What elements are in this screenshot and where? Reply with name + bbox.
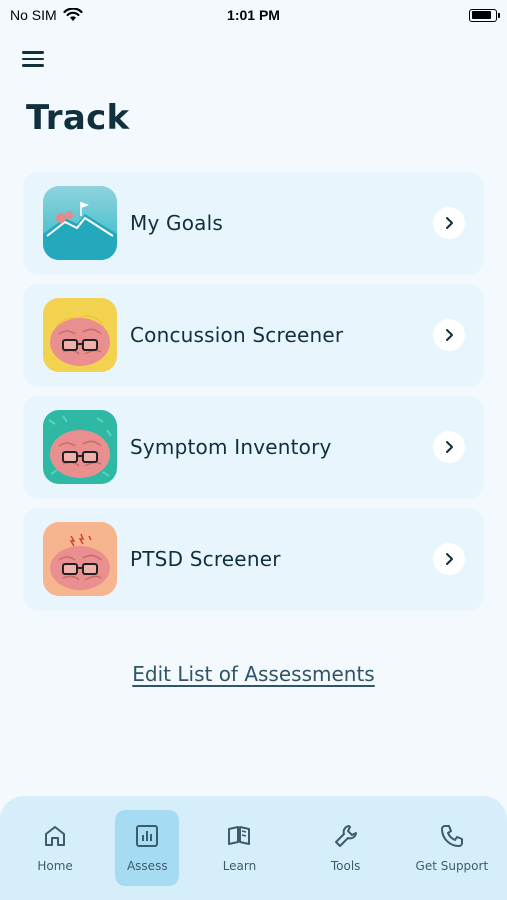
page-title: Track bbox=[26, 98, 130, 138]
chart-icon bbox=[136, 825, 159, 847]
book-icon bbox=[228, 826, 251, 845]
bottom-tab-bar: Home Assess Learn Tools Get Support bbox=[0, 796, 507, 900]
assessment-card-my-goals[interactable]: My Goals bbox=[24, 172, 483, 273]
status-left: No SIM bbox=[10, 7, 83, 23]
tab-label: Assess bbox=[126, 859, 168, 873]
chevron-right-icon[interactable] bbox=[433, 430, 465, 463]
assessment-card-ptsd-screener[interactable]: PTSD Screener bbox=[24, 508, 483, 609]
status-bar: No SIM 1:01 PM bbox=[0, 0, 507, 30]
wrench-icon bbox=[334, 825, 357, 847]
phone-icon bbox=[440, 825, 463, 847]
tab-label: Get Support bbox=[415, 859, 489, 873]
tab-label: Learn bbox=[222, 859, 257, 873]
brain-teal-icon bbox=[43, 409, 117, 484]
card-label: My Goals bbox=[130, 210, 224, 235]
brain-yellow-icon bbox=[43, 297, 117, 372]
chevron-right-icon[interactable] bbox=[433, 542, 465, 575]
tab-label: Home bbox=[37, 859, 73, 873]
battery-icon bbox=[469, 8, 500, 22]
card-label: PTSD Screener bbox=[130, 546, 281, 571]
tab-learn[interactable]: Learn bbox=[193, 810, 285, 886]
assessment-card-symptom-inventory[interactable]: Symptom Inventory bbox=[24, 396, 483, 497]
card-label: Concussion Screener bbox=[130, 322, 344, 347]
home-icon bbox=[45, 826, 66, 846]
tab-get-support[interactable]: Get Support bbox=[406, 810, 498, 886]
edit-assessments-link[interactable]: Edit List of Assessments bbox=[0, 662, 507, 686]
tab-assess[interactable]: Assess bbox=[115, 810, 180, 886]
chevron-right-icon[interactable] bbox=[433, 318, 465, 351]
tab-home[interactable]: Home bbox=[9, 810, 101, 886]
assessment-card-concussion-screener[interactable]: Concussion Screener bbox=[24, 284, 483, 385]
carrier-label: No SIM bbox=[10, 7, 57, 23]
hamburger-menu-button[interactable] bbox=[22, 48, 48, 70]
tab-label: Tools bbox=[330, 859, 361, 873]
chevron-right-icon[interactable] bbox=[433, 206, 465, 239]
goals-mountain-icon bbox=[43, 185, 117, 260]
assessment-list: My Goals Concussion Screener Symptom Inv… bbox=[24, 172, 483, 620]
card-label: Symptom Inventory bbox=[130, 434, 332, 459]
brain-peach-icon bbox=[43, 521, 117, 596]
tab-tools[interactable]: Tools bbox=[300, 810, 392, 886]
wifi-icon bbox=[63, 8, 83, 21]
